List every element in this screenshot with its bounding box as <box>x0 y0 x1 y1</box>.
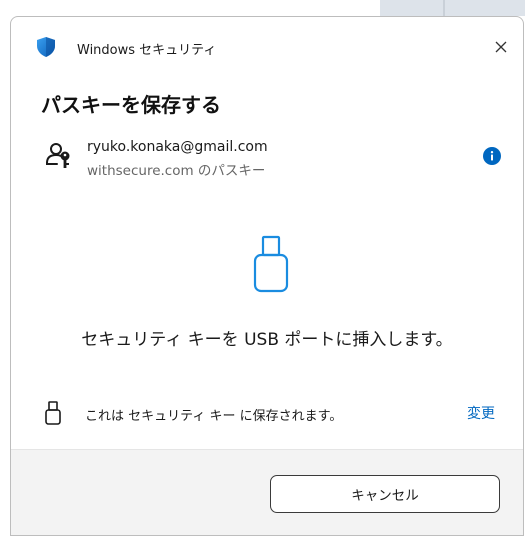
change-link[interactable]: 変更 <box>467 403 495 423</box>
usb-key-icon <box>253 235 289 293</box>
background-window-divider <box>443 0 445 16</box>
info-button[interactable] <box>483 147 501 165</box>
passkey-dialog: Windows セキュリティ パスキーを保存する ryuko.konaka@gm… <box>10 16 524 536</box>
usb-key-icon <box>45 401 61 425</box>
account-row: ryuko.konaka@gmail.com withsecure.com のパ… <box>41 137 501 181</box>
account-site: withsecure.com のパスキー <box>87 163 266 179</box>
dialog-titlebar: Windows セキュリティ <box>11 17 523 73</box>
instruction-text: セキュリティ キーを USB ポートに挿入します。 <box>81 330 453 350</box>
close-icon <box>495 41 507 53</box>
background-window-strip <box>380 0 525 16</box>
close-button[interactable] <box>489 35 513 59</box>
save-location-text: これは セキュリティ キー に保存されます。 <box>85 409 343 424</box>
account-email: ryuko.konaka@gmail.com <box>87 139 268 155</box>
person-key-icon <box>46 143 70 168</box>
app-title: Windows セキュリティ <box>77 43 217 58</box>
dialog-heading: パスキーを保存する <box>41 93 221 117</box>
info-icon <box>490 151 494 161</box>
dialog-footer: キャンセル <box>11 449 523 535</box>
save-location-row: これは セキュリティ キー に保存されます。 変更 <box>41 399 495 429</box>
cancel-button[interactable]: キャンセル <box>270 475 500 513</box>
windows-security-shield-icon <box>37 37 55 57</box>
